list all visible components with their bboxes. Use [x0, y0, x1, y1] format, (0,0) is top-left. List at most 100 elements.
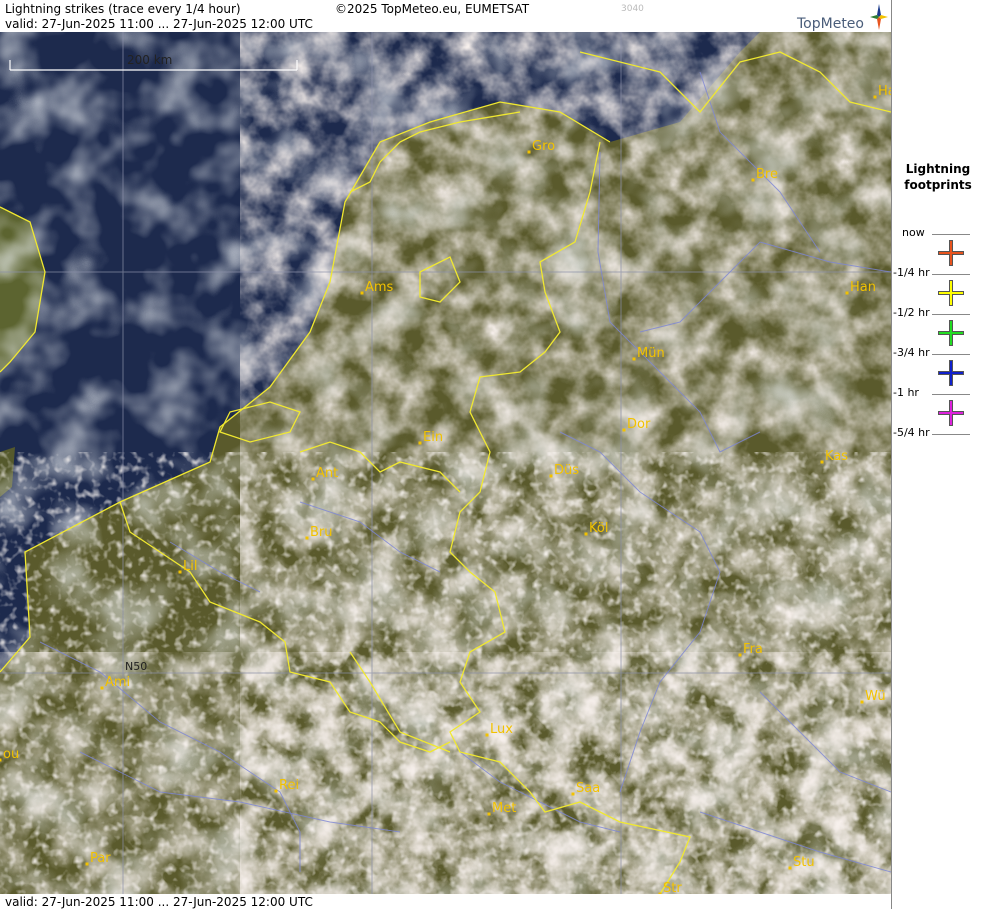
city-dot	[487, 812, 491, 816]
legend-divider	[932, 274, 970, 275]
city-label: Rei	[279, 778, 299, 793]
scale-label: 200 km	[127, 53, 172, 67]
city-stu: Stu	[788, 855, 815, 870]
city-label: Gro	[532, 139, 555, 154]
city-dot	[571, 792, 575, 796]
lightning-cross-icon	[938, 240, 964, 266]
city-label: ou	[3, 747, 19, 762]
brand-name: TopMeteo	[797, 16, 864, 32]
city-dot	[178, 570, 182, 574]
legend-label: -1 hr	[893, 386, 919, 399]
city-label: Düs	[554, 463, 579, 478]
city-label: Par	[90, 851, 111, 866]
city-mün: Mün	[632, 346, 665, 361]
city-label: Bru	[310, 525, 333, 540]
legend-panel: Lightning footprints now -1/4 hr -1/2 hr -3…	[891, 0, 983, 909]
legend-title: Lightning footprints	[892, 161, 983, 193]
city-dot	[0, 758, 2, 762]
city-dot	[85, 862, 89, 866]
map-title: Lightning strikes (trace every 1/4 hour)	[5, 2, 241, 16]
city-saa: Saa	[571, 781, 600, 796]
lightning-cross-icon	[938, 280, 964, 306]
latitude-label: N50	[125, 660, 147, 673]
city-bre: Bre	[751, 167, 778, 182]
city-par: Par	[85, 851, 111, 866]
city-label: Han	[850, 280, 876, 295]
city-fra: Fra	[738, 642, 763, 657]
city-ant: Ant	[311, 466, 338, 481]
city-dot	[485, 733, 489, 737]
city-han: Han	[845, 280, 876, 295]
city-kas: Kas	[820, 449, 848, 464]
city-label: Lux	[490, 722, 513, 737]
map-code: 3040	[621, 4, 644, 14]
city-gro: Gro	[527, 139, 555, 154]
city-str: Str	[658, 881, 682, 894]
city-label: Ami	[105, 675, 130, 690]
city-dot	[873, 95, 877, 99]
compass-logo-icon	[870, 4, 888, 30]
legend-title-line1: Lightning	[905, 162, 971, 176]
city-dot	[311, 477, 315, 481]
city-dot	[788, 866, 792, 870]
city-dot	[632, 357, 636, 361]
legend-divider	[932, 234, 970, 235]
city-label: Bre	[756, 167, 778, 182]
city-label: Kas	[825, 449, 848, 464]
city-label: Str	[663, 881, 682, 894]
city-dot	[751, 178, 755, 182]
satellite-map[interactable]: 200 km N50 Gro Bre Ha Ams Han Mün Dor Ein Ant Düs…	[0, 32, 891, 894]
city-bru: Bru	[305, 525, 333, 540]
valid-time: valid: 27-Jun-2025 11:00 ... 27-Jun-2025…	[5, 17, 313, 31]
legend-divider	[932, 354, 970, 355]
south-clouds	[0, 652, 891, 894]
lightning-cross-icon	[938, 320, 964, 346]
legend-label: -1/4 hr	[893, 266, 930, 279]
copyright: ©2025 TopMeteo.eu, EUMETSAT	[335, 2, 530, 16]
legend-label: -3/4 hr	[893, 346, 930, 359]
city-label: Ein	[423, 430, 443, 445]
city-dot	[845, 291, 849, 295]
city-label: Ams	[365, 280, 394, 295]
city-dot	[820, 460, 824, 464]
city-label: Saa	[576, 781, 600, 796]
city-label: Lil	[183, 559, 197, 574]
city-label: Ant	[316, 466, 338, 481]
city-ams: Ams	[360, 280, 394, 295]
map-canvas: 200 km N50 Gro Bre Ha Ams Han Mün Dor Ein Ant Düs…	[0, 32, 891, 894]
legend-title-line2: footprints	[904, 178, 972, 192]
city-lux: Lux	[485, 722, 513, 737]
city-label: Köl	[589, 521, 608, 536]
city-dot	[658, 892, 662, 894]
footer-valid-time: valid: 27-Jun-2025 11:00 ... 27-Jun-2025…	[5, 895, 313, 909]
city-dot	[860, 700, 864, 704]
legend-label: -5/4 hr	[893, 426, 930, 439]
city-köl: Köl	[584, 521, 608, 536]
city-ein: Ein	[418, 430, 443, 445]
city-dot	[274, 789, 278, 793]
city-label: Dor	[627, 417, 651, 432]
city-label: Ha	[878, 84, 891, 99]
city-ou: ou	[0, 747, 19, 762]
city-label: Fra	[743, 642, 763, 657]
city-label: Mün	[637, 346, 665, 361]
city-dot	[738, 653, 742, 657]
city-dot	[584, 532, 588, 536]
city-label: Met	[492, 801, 516, 816]
city-wü: Wü	[860, 689, 886, 704]
city-label: Stu	[793, 855, 815, 870]
legend-label: -1/2 hr	[893, 306, 930, 319]
city-ami: Ami	[100, 675, 130, 690]
legend-divider	[932, 314, 970, 315]
city-dot	[549, 474, 553, 478]
city-dot	[527, 150, 531, 154]
city-met: Met	[487, 801, 516, 816]
legend-divider	[932, 434, 970, 435]
city-label: Wü	[865, 689, 886, 704]
city-dor: Dor	[622, 417, 651, 432]
city-düs: Düs	[549, 463, 579, 478]
lightning-cross-icon	[938, 360, 964, 386]
lightning-cross-icon	[938, 400, 964, 426]
city-rei: Rei	[274, 778, 299, 793]
legend-divider	[932, 394, 970, 395]
